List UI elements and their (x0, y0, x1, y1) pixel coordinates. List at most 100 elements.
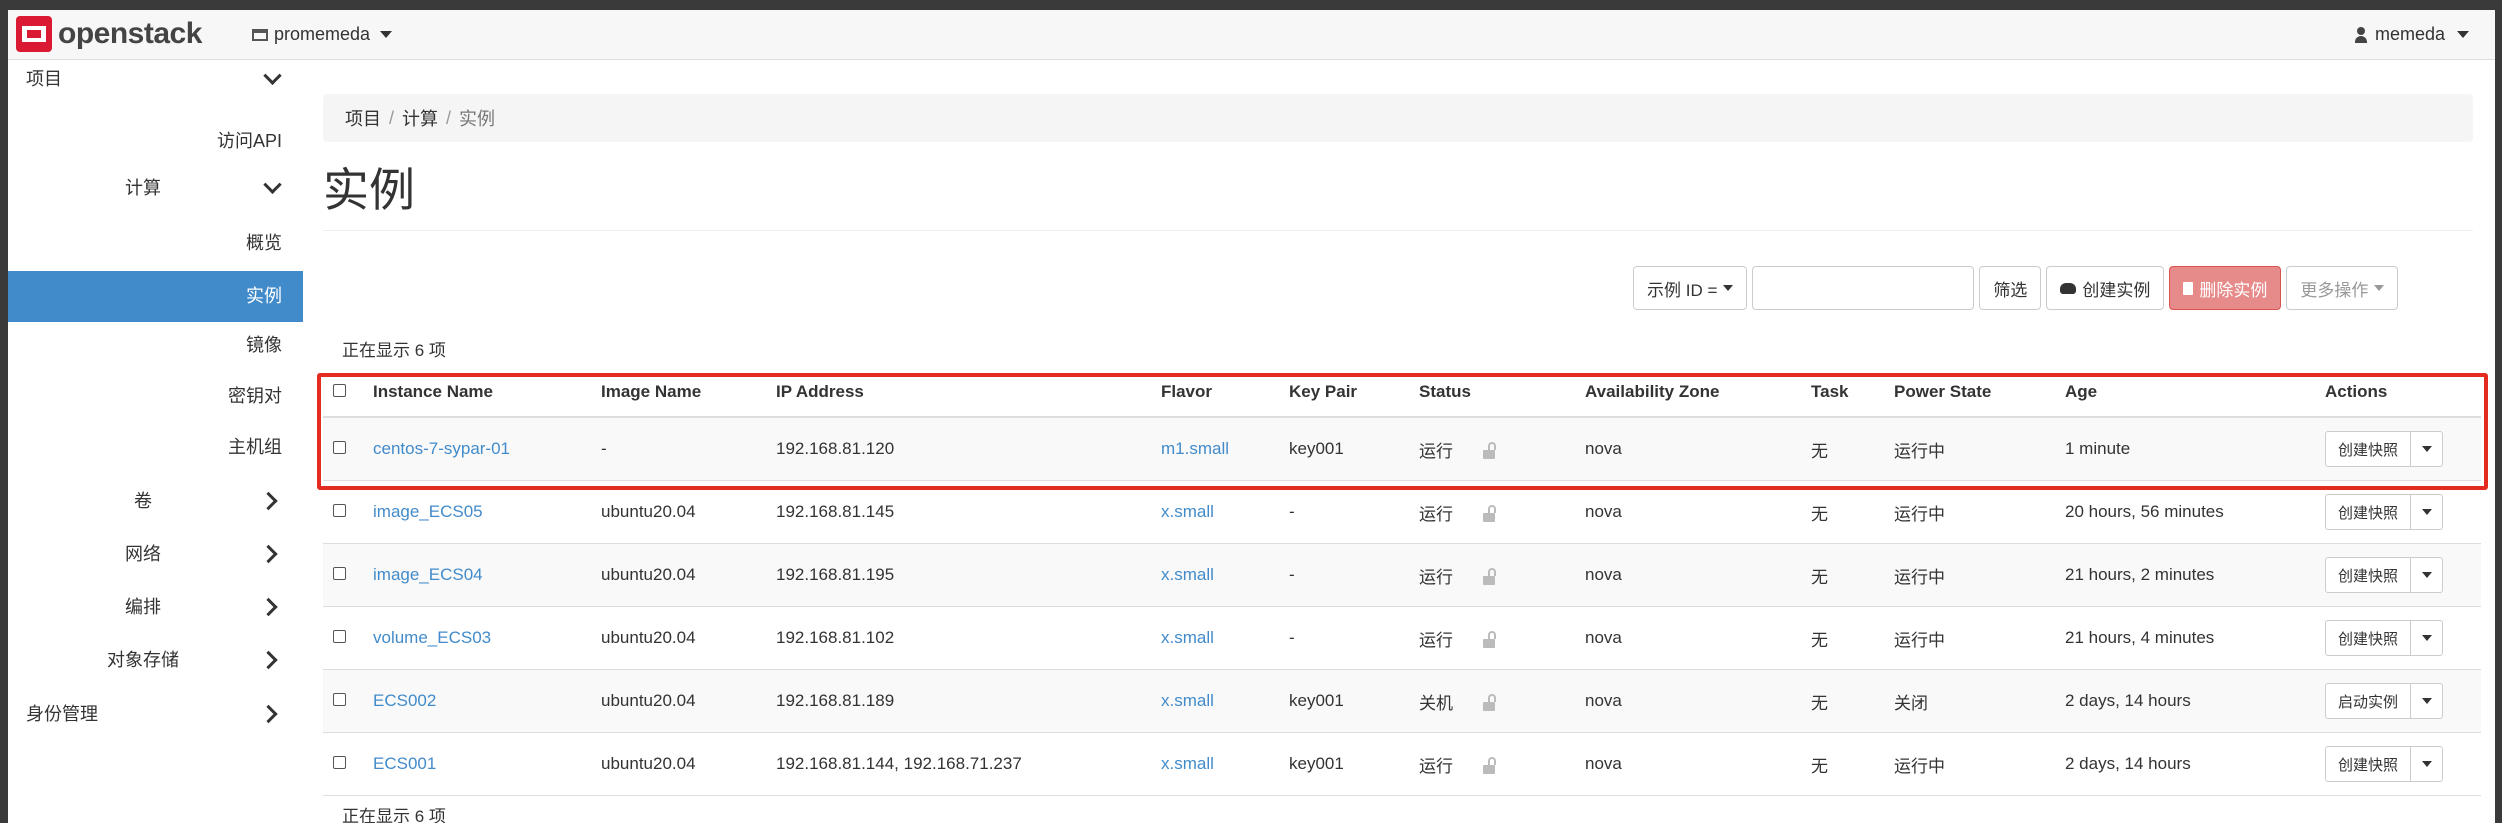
lock-icon[interactable] (1483, 693, 1496, 711)
column-header[interactable]: Key Pair (1279, 367, 1409, 418)
column-header: Actions (2315, 367, 2481, 418)
lock-icon[interactable] (1483, 630, 1496, 648)
sidebar-item-access-api[interactable]: 访问API (8, 126, 303, 156)
instance-name-link[interactable]: ECS002 (373, 691, 436, 710)
key-pair-cell: key001 (1279, 669, 1409, 733)
sidebar-item-compute[interactable]: 计算 (8, 170, 303, 206)
row-action-dropdown[interactable] (2411, 683, 2444, 719)
row-checkbox[interactable] (333, 693, 346, 706)
flavor-link[interactable]: x.small (1161, 754, 1214, 773)
sidebar-item-object-store[interactable]: 对象存储 (8, 643, 303, 677)
filter-button-label: 筛选 (1993, 280, 2028, 300)
sidebar-item-identity[interactable]: 身份管理 (8, 697, 303, 731)
filter-field-dropdown[interactable]: 示例 ID = (1633, 266, 1748, 310)
column-header[interactable]: IP Address (766, 367, 1151, 418)
column-header[interactable]: Task (1801, 367, 1884, 418)
age-cell: 21 hours, 4 minutes (2055, 606, 2315, 670)
instance-name-link[interactable]: volume_ECS03 (373, 628, 491, 647)
lock-icon[interactable] (1483, 504, 1496, 522)
breadcrumb-compute[interactable]: 计算 (402, 105, 438, 131)
age-cell: 2 days, 14 hours (2055, 669, 2315, 733)
delete-instances-button[interactable]: 删除实例 (2169, 266, 2282, 310)
sidebar-item-label: 项目 (26, 69, 62, 89)
flavor-link[interactable]: x.small (1161, 502, 1214, 521)
row-action-dropdown[interactable] (2411, 620, 2444, 656)
row-checkbox[interactable] (333, 441, 346, 454)
filter-button[interactable]: 筛选 (1979, 266, 2042, 310)
row-action-button[interactable]: 创建快照 (2325, 557, 2412, 593)
sidebar-item-volumes[interactable]: 卷 (8, 484, 303, 518)
row-action-button[interactable]: 创建快照 (2325, 746, 2412, 782)
sidebar-item-label: 实例 (246, 286, 282, 306)
user-dropdown[interactable]: memeda (2354, 24, 2469, 45)
flavor-link[interactable]: x.small (1161, 691, 1214, 710)
instance-name-link[interactable]: image_ECS04 (373, 565, 483, 584)
lock-icon[interactable] (1483, 441, 1496, 459)
sidebar-item-server-groups[interactable]: 主机组 (8, 432, 303, 462)
column-header[interactable]: Flavor (1151, 367, 1279, 418)
status-text: 运行 (1419, 441, 1453, 461)
row-action-dropdown[interactable] (2411, 431, 2444, 467)
row-actions: 创建快照 (2325, 557, 2444, 593)
age-cell: 20 hours, 56 minutes (2055, 480, 2315, 544)
row-action-dropdown[interactable] (2411, 557, 2444, 593)
status-cell: 关机 (1409, 669, 1575, 733)
instance-name-link[interactable]: centos-7-sypar-01 (373, 439, 510, 458)
row-checkbox[interactable] (333, 630, 346, 643)
select-all-checkbox[interactable] (333, 383, 346, 397)
row-action-button[interactable]: 启动实例 (2325, 683, 2412, 719)
sidebar-item-label: 主机组 (228, 437, 282, 457)
row-checkbox[interactable] (333, 567, 346, 580)
zone-cell: nova (1575, 732, 1801, 796)
row-action-button[interactable]: 创建快照 (2325, 620, 2412, 656)
launch-instance-button[interactable]: 创建实例 (2046, 266, 2165, 310)
flavor-link[interactable]: m1.small (1161, 439, 1229, 458)
sidebar-item-overview[interactable]: 概览 (8, 228, 303, 258)
image-name-cell: ubuntu20.04 (591, 669, 766, 733)
status-cell: 运行 (1409, 732, 1575, 796)
zone-cell: nova (1575, 669, 1801, 733)
project-dropdown[interactable]: promemeda (252, 24, 393, 45)
flavor-link[interactable]: x.small (1161, 628, 1214, 647)
user-icon (2354, 26, 2367, 43)
row-checkbox[interactable] (333, 756, 346, 769)
row-action-dropdown[interactable] (2411, 494, 2444, 530)
sidebar-item-key-pairs[interactable]: 密钥对 (8, 381, 303, 411)
instance-name-link[interactable]: image_ECS05 (373, 502, 483, 521)
table-row: volume_ECS03 ubuntu20.04 192.168.81.102 … (323, 606, 2481, 670)
power-state-cell: 运行中 (1884, 732, 2055, 796)
sidebar-item-network[interactable]: 网络 (8, 537, 303, 571)
row-checkbox[interactable] (333, 504, 346, 517)
launch-instance-label: 创建实例 (2082, 280, 2151, 300)
top-navbar: openstack promemeda memeda (8, 10, 2495, 60)
column-header[interactable]: Power State (1884, 367, 2055, 418)
column-header[interactable]: Instance Name (363, 367, 591, 418)
column-header[interactable]: Image Name (591, 367, 766, 418)
column-header[interactable]: Status (1409, 367, 1575, 418)
instances-table: Instance Name Image Name IP Address Flav… (323, 367, 2481, 796)
caret-down-icon (2374, 285, 2385, 291)
task-cell: 无 (1801, 543, 1884, 607)
user-name: memeda (2374, 24, 2445, 44)
ip-address-cell: 192.168.81.189 (766, 669, 1151, 733)
column-header[interactable]: Availability Zone (1575, 367, 1801, 418)
breadcrumb-project[interactable]: 项目 (345, 105, 381, 131)
openstack-logo[interactable]: openstack (16, 16, 202, 52)
filter-input[interactable] (1752, 266, 1975, 310)
sidebar-item-orchestration[interactable]: 编排 (8, 590, 303, 624)
sidebar-item-instances[interactable]: 实例 (8, 271, 303, 322)
sidebar-item-label: 访问API (216, 131, 282, 151)
caret-down-icon (2421, 509, 2432, 515)
row-action-button[interactable]: 创建快照 (2325, 494, 2412, 530)
zone-cell: nova (1575, 543, 1801, 607)
row-action-button[interactable]: 创建快照 (2325, 431, 2412, 467)
lock-icon[interactable] (1483, 567, 1496, 585)
more-actions-button[interactable]: 更多操作 (2286, 266, 2399, 310)
column-header[interactable]: Age (2055, 367, 2315, 418)
sidebar-item-project[interactable]: 项目 (8, 60, 303, 98)
lock-icon[interactable] (1483, 756, 1496, 774)
flavor-link[interactable]: x.small (1161, 565, 1214, 584)
instance-name-link[interactable]: ECS001 (373, 754, 436, 773)
row-action-dropdown[interactable] (2411, 746, 2444, 782)
sidebar-item-images[interactable]: 镜像 (8, 330, 303, 360)
